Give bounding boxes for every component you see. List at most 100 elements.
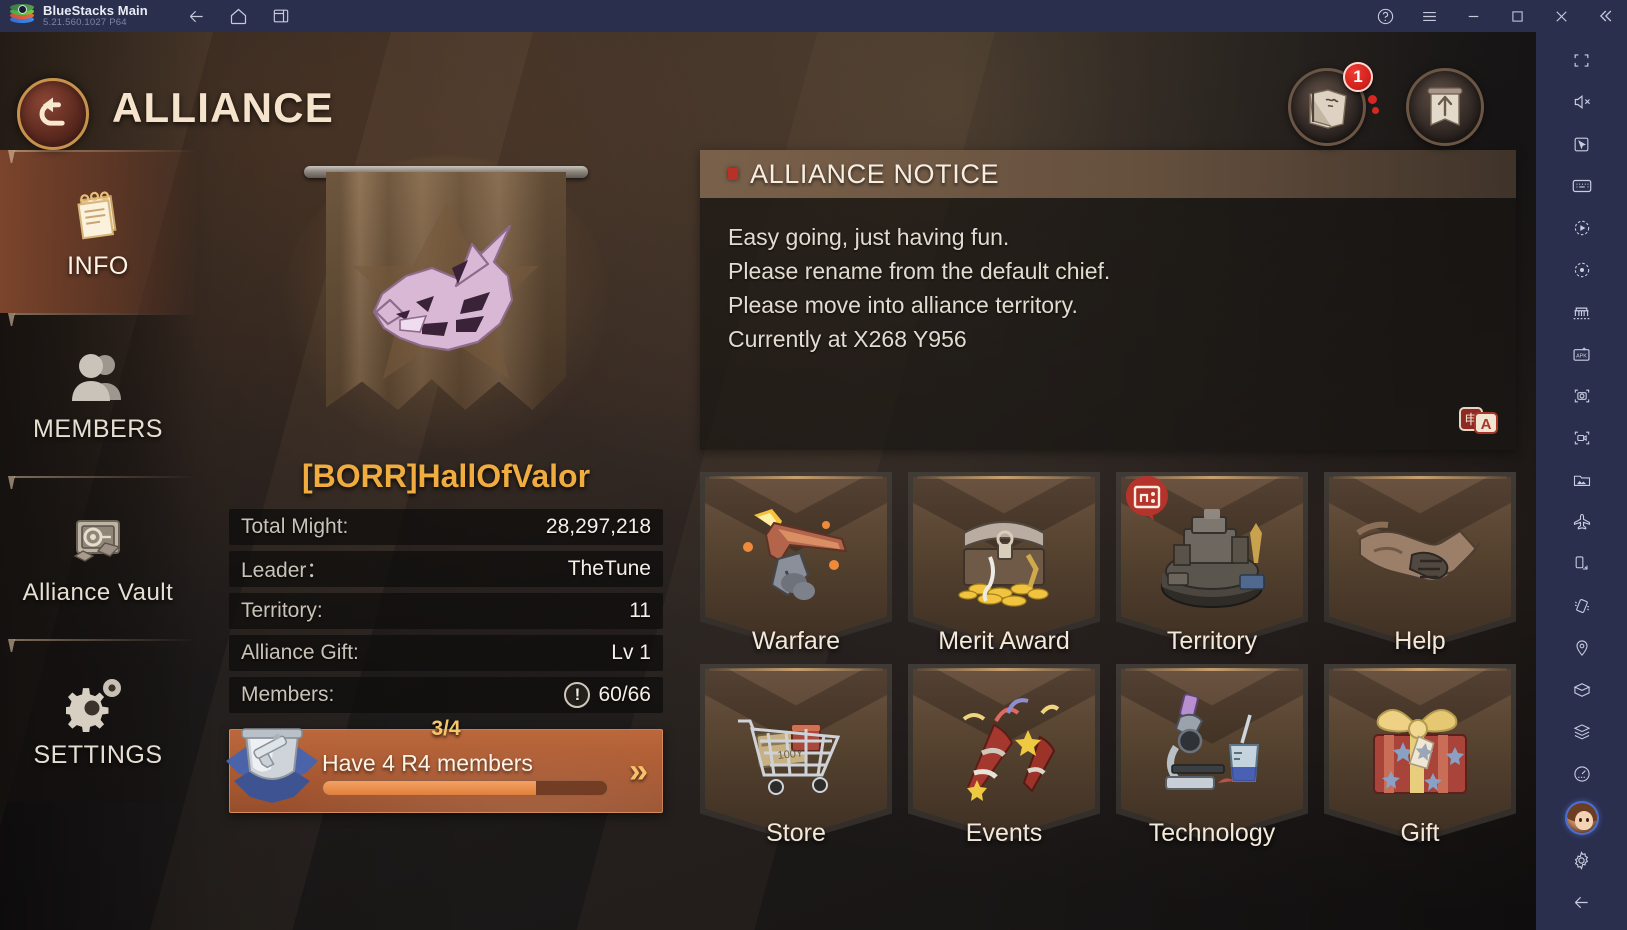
sidebar-item-label: MEMBERS [33, 415, 163, 444]
tile-events[interactable]: Events [908, 664, 1100, 847]
stat-value: TheTune [567, 557, 651, 580]
multi-instance-manager-button[interactable] [1560, 292, 1604, 332]
notice-line: Please move into alliance territory. [728, 292, 1078, 319]
trophy-icon [226, 728, 318, 803]
script-button[interactable] [1560, 250, 1604, 290]
titlebar-nav [176, 0, 302, 32]
chevrons-right-icon[interactable]: » [629, 754, 648, 788]
alliance-sidebar-nav: INFO MEMBERS Alliance Vault SETTINGS [0, 150, 196, 930]
banner-cloth [326, 172, 566, 410]
record-screen-button[interactable] [1560, 418, 1604, 458]
alliance-main-panel: ALLIANCE NOTICE Easy going, just having … [700, 150, 1516, 920]
titlebar-back-button[interactable] [176, 0, 218, 32]
eco-mode-button[interactable] [1560, 502, 1604, 542]
stat-label: Leader： [241, 559, 328, 582]
svg-text:A: A [1481, 416, 1492, 433]
rotate-button[interactable] [1560, 544, 1604, 584]
stat-value: 11 [629, 599, 651, 622]
macro-recorder-button[interactable] [1560, 208, 1604, 248]
tile-territory[interactable]: Territory [1116, 472, 1308, 655]
notice-line: Please rename from the default chief. [728, 258, 1111, 285]
performance-button[interactable] [1560, 754, 1604, 794]
alliance-share-button[interactable] [1406, 68, 1484, 146]
tile-label: Merit Award [938, 627, 1070, 655]
notice-line: Currently at X268 Y956 [728, 326, 967, 353]
tile-label: Warfare [752, 627, 840, 655]
sidebar-item-info[interactable]: INFO [0, 150, 196, 313]
tile-gift[interactable]: Gift [1324, 664, 1516, 847]
tile-warfare[interactable]: Warfare [700, 472, 892, 655]
svg-text:APK: APK [1576, 353, 1587, 359]
notebook-icon [67, 183, 129, 245]
install-apk-button[interactable]: APK [1560, 334, 1604, 374]
alliance-notice-panel: ALLIANCE NOTICE Easy going, just having … [700, 150, 1516, 450]
tile-help[interactable]: Help [1324, 472, 1516, 655]
notice-header: ALLIANCE NOTICE [700, 150, 1516, 198]
titlebar-text: BlueStacks Main 5.21.560.1027 P64 [43, 4, 148, 29]
titlebar-controls [1363, 0, 1627, 32]
trim-memory-button[interactable] [1560, 670, 1604, 710]
game-controls-button[interactable] [1560, 124, 1604, 164]
tile-technology[interactable]: Technology [1116, 664, 1308, 847]
stat-label: Members: [241, 683, 335, 706]
party-popper-icon [962, 698, 1060, 802]
maximize-button[interactable] [1495, 0, 1539, 32]
alliance-back-button[interactable] [17, 78, 89, 150]
quest-progress-bar [322, 780, 608, 796]
notice-body: Easy going, just having fun. Please rena… [700, 198, 1516, 356]
help-button[interactable] [1363, 0, 1407, 32]
alliance-mail-button[interactable]: 1 [1288, 62, 1379, 146]
toolbar-home-button[interactable] [1560, 924, 1604, 930]
avatar-icon [1564, 801, 1599, 835]
screenshot-button[interactable] [1560, 376, 1604, 416]
toolbar-back-button[interactable] [1560, 882, 1604, 922]
minimize-button[interactable] [1451, 0, 1495, 32]
stat-row: Territory: 11 [229, 593, 663, 629]
banner-flag [304, 166, 588, 460]
alliance-stats-list: Total Might: 28,297,218 Leader： TheTune … [229, 509, 663, 713]
media-manager-button[interactable] [1560, 460, 1604, 500]
layers-button[interactable] [1560, 712, 1604, 752]
translate-button[interactable]: 申 A [1458, 404, 1500, 436]
collapse-toolbar-button[interactable] [1583, 0, 1627, 32]
titlebar-recents-button[interactable] [260, 0, 302, 32]
treasure-chest-icon [958, 521, 1049, 608]
menu-button[interactable] [1407, 0, 1451, 32]
shake-button[interactable] [1560, 586, 1604, 626]
bluestacks-logo-icon [10, 4, 34, 28]
sidebar-item-settings[interactable]: SETTINGS [0, 639, 196, 802]
settings-button[interactable] [1560, 840, 1604, 880]
stat-value: Lv 1 [611, 641, 651, 664]
keyboard-controls-button[interactable] [1560, 166, 1604, 206]
quest-body: Have 4 R4 members 3/4 [322, 717, 662, 796]
app-version: 5.21.560.1027 P64 [43, 17, 127, 29]
close-button[interactable] [1539, 0, 1583, 32]
titlebar-home-button[interactable] [218, 0, 260, 32]
fullscreen-button[interactable] [1560, 40, 1604, 80]
location-button[interactable] [1560, 628, 1604, 668]
alliance-summary-column: [BORR]HallOfValor Total Might: 28,297,21… [196, 150, 696, 930]
tile-label: Technology [1148, 819, 1276, 847]
stat-row: Leader： TheTune [229, 551, 663, 587]
alliance-quest-card[interactable]: Have 4 R4 members 3/4 » [226, 717, 663, 813]
tile-store[interactable]: 100Y Store [700, 664, 892, 847]
quest-progress-text: 3/4 [431, 717, 461, 740]
gift-box-icon [1373, 709, 1467, 795]
mute-button[interactable] [1560, 82, 1604, 122]
user-profile-button[interactable] [1560, 798, 1604, 838]
members-warning-icon: ! [564, 682, 591, 708]
back-arrow-icon [39, 97, 65, 126]
stat-row: Total Might: 28,297,218 [229, 509, 663, 545]
stat-label: Alliance Gift: [241, 641, 359, 664]
tile-merit-award[interactable]: Merit Award [908, 472, 1100, 655]
notice-header-label: ALLIANCE NOTICE [750, 158, 1000, 189]
sidebar-item-alliance-vault[interactable]: Alliance Vault [0, 476, 196, 639]
territory-alert-icon [1125, 476, 1168, 520]
sidebar-item-members[interactable]: MEMBERS [0, 313, 196, 476]
notice-line: Easy going, just having fun. [728, 224, 1010, 250]
book-icon [1309, 89, 1347, 129]
microscope-icon [1165, 693, 1260, 791]
alliance-name: [BORR]HallOfValor [301, 458, 591, 494]
people-icon [67, 346, 129, 408]
header-icon-group: 1 [1288, 62, 1484, 146]
